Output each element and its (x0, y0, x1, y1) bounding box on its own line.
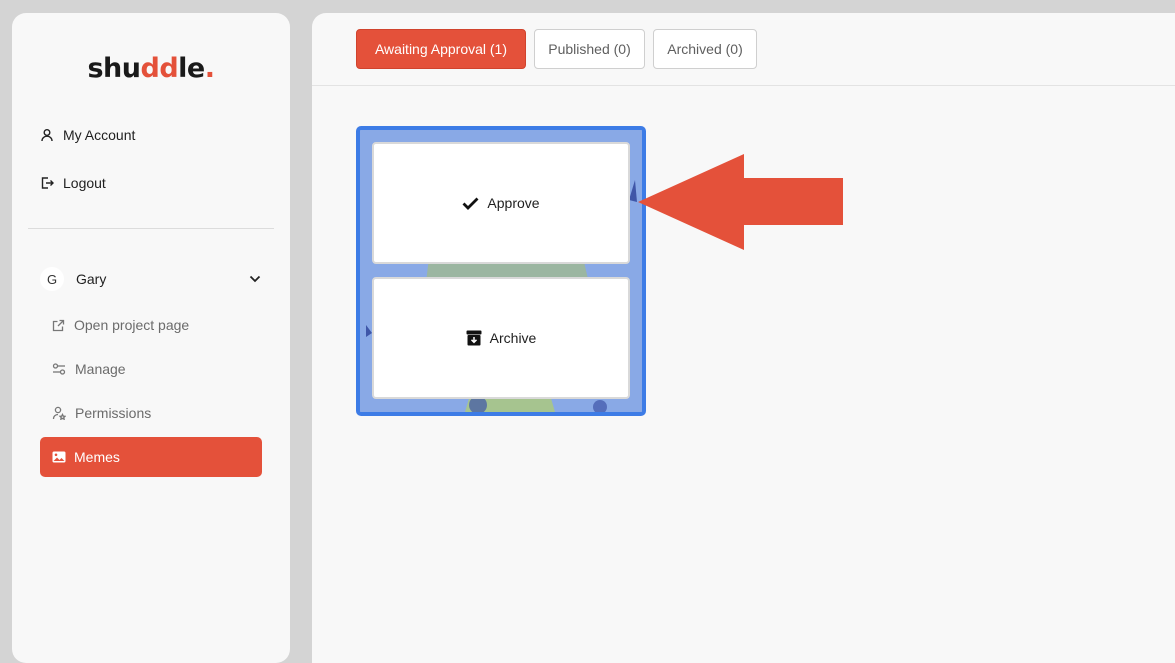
my-account-link[interactable]: My Account (40, 127, 135, 143)
permissions-link[interactable]: Permissions (52, 405, 151, 421)
user-icon (41, 129, 53, 142)
open-project-page-link[interactable]: Open project page (52, 317, 189, 333)
permissions-label: Permissions (75, 405, 152, 421)
main-content: Awaiting Approval (1) Published (0) Arch… (312, 13, 1175, 663)
logout-icon (41, 177, 54, 189)
approve-button[interactable]: Approve (372, 142, 630, 264)
sliders-icon (52, 363, 66, 375)
image-icon (52, 451, 66, 463)
manage-link[interactable]: Manage (52, 361, 126, 377)
my-account-label: My Account (63, 127, 136, 143)
user-permission-icon (52, 406, 66, 420)
sidebar-divider (28, 228, 274, 229)
sidebar-item-memes[interactable]: Memes (40, 437, 262, 477)
tab-published[interactable]: Published (0) (534, 29, 645, 69)
tab-archived[interactable]: Archived (0) (653, 29, 757, 69)
project-name: Gary (76, 271, 107, 287)
sidebar: shuddle. My Account Logout G Gary Open p… (12, 13, 290, 663)
status-tabs: Awaiting Approval (1) Published (0) Arch… (312, 13, 1175, 86)
shuddle-logo[interactable]: shuddle. (12, 53, 290, 84)
project-avatar: G (40, 267, 64, 291)
open-project-page-label: Open project page (74, 317, 190, 333)
archive-box-icon (466, 330, 482, 346)
archive-label: Archive (489, 330, 537, 346)
external-link-icon (52, 319, 65, 331)
checkmark-icon (462, 197, 479, 210)
manage-label: Manage (75, 361, 126, 377)
archive-button[interactable]: Archive (372, 277, 630, 399)
logout-label: Logout (63, 175, 106, 191)
meme-card[interactable]: Approve Archive (356, 126, 646, 416)
pointer-arrow-icon (638, 154, 843, 250)
memes-label: Memes (74, 449, 120, 465)
approve-label: Approve (487, 195, 540, 211)
logout-link[interactable]: Logout (40, 175, 106, 191)
project-selector[interactable]: G Gary (40, 267, 262, 291)
chevron-down-icon[interactable] (248, 272, 262, 286)
tab-awaiting-approval[interactable]: Awaiting Approval (1) (356, 29, 526, 69)
